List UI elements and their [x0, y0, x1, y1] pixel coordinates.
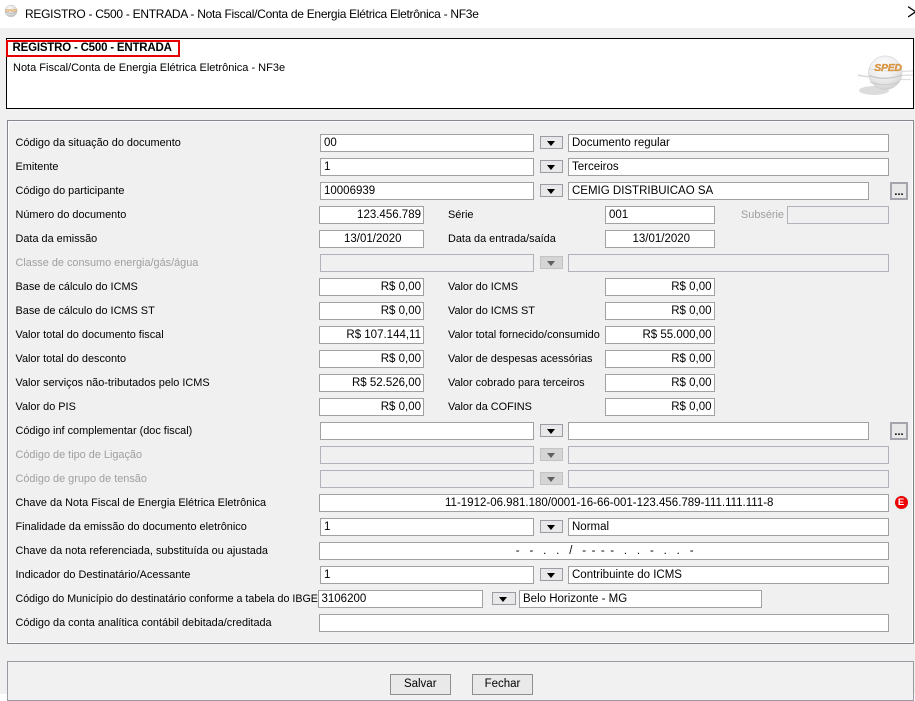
svg-text:SPED: SPED [5, 8, 18, 13]
svg-text:SPED: SPED [874, 62, 902, 74]
